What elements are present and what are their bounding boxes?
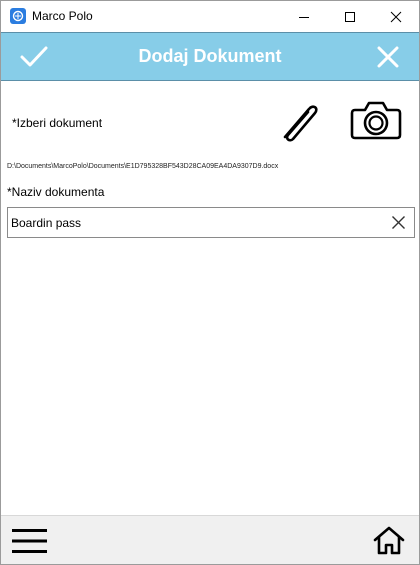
maximize-icon: [345, 11, 355, 22]
document-name-field: [7, 207, 415, 238]
hamburger-menu-icon: [12, 529, 47, 553]
select-document-label: *Izberi dokument: [12, 116, 103, 130]
camera-icon: [350, 101, 402, 140]
take-photo-button[interactable]: [350, 99, 402, 141]
document-name-label: *Naziv dokumenta: [7, 185, 105, 199]
page-header: Dodaj Dokument: [1, 32, 419, 81]
home-icon: [373, 526, 405, 555]
close-icon: [390, 11, 402, 22]
window-title: Marco Polo: [32, 9, 93, 23]
paperclip-icon: [283, 105, 318, 142]
selected-file-path: D:\Documents\MarcoPolo\Documents\E1D7953…: [7, 163, 279, 170]
home-button[interactable]: [373, 525, 405, 555]
marco-polo-app-icon: [10, 8, 26, 24]
page-title: Dodaj Dokument: [138, 46, 282, 66]
bottom-bar: [1, 515, 419, 564]
attach-file-button[interactable]: [277, 101, 325, 145]
clear-text-button[interactable]: [391, 215, 406, 230]
cancel-button[interactable]: [371, 41, 405, 73]
maximize-button[interactable]: [327, 1, 373, 32]
minimize-icon: [299, 16, 309, 18]
title-bar: Marco Polo: [1, 1, 419, 32]
app-window: Marco Polo Dodaj Dokument *Izberi dokume…: [0, 0, 420, 565]
clear-x-icon: [392, 216, 405, 229]
minimize-button[interactable]: [281, 1, 327, 32]
menu-button[interactable]: [12, 526, 48, 556]
close-icon: [377, 46, 399, 68]
window-close-button[interactable]: [373, 1, 419, 32]
document-name-input[interactable]: [8, 208, 380, 237]
